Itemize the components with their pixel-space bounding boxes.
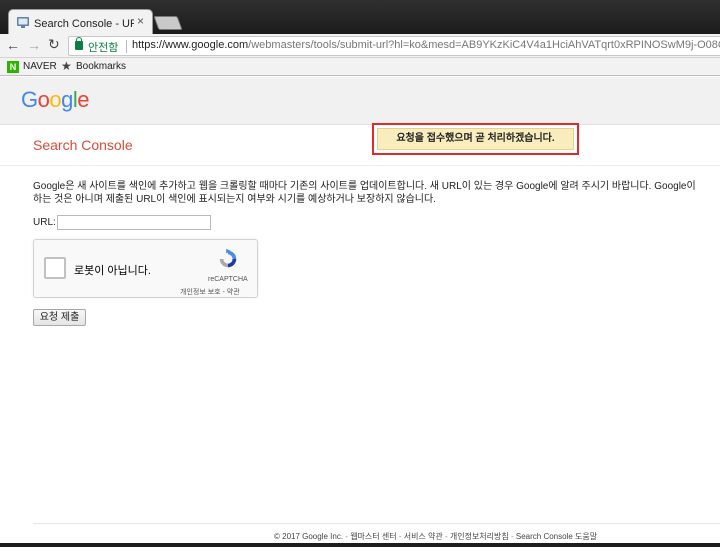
footer-link-terms[interactable]: 서비스 약관 <box>404 532 443 541</box>
footer-divider <box>33 523 720 524</box>
url-text[interactable]: https://www.google.com/webmasters/tools/… <box>132 39 720 51</box>
logo-letter: e <box>77 87 90 112</box>
google-logo[interactable]: Google <box>21 87 90 113</box>
recaptcha-widget: 로봇이 아닙니다. reCAPTCHA 개인정보 보호 - 약관 <box>33 239 258 298</box>
browser-tab-active[interactable]: Search Console - URL 크 × <box>8 9 153 34</box>
footer-link-webmaster[interactable]: 웹마스터 센터 <box>350 532 396 541</box>
url-label: URL: <box>33 217 56 228</box>
search-console-favicon-icon <box>17 17 29 28</box>
footer-link-help[interactable]: Search Console 도움말 <box>516 532 597 541</box>
bookmark-bookmarks[interactable]: Bookmarks <box>76 61 126 72</box>
bookmark-naver[interactable]: NAVER <box>23 61 57 72</box>
secure-label[interactable]: 안전함 <box>88 39 118 55</box>
description-line: Google은 새 사이트를 색인에 추가하고 웹을 크롤링할 때마다 기존의 … <box>33 181 696 192</box>
description-text: Google은 새 사이트를 색인에 추가하고 웹을 크롤링할 때마다 기존의 … <box>33 180 720 206</box>
star-icon[interactable]: ★ <box>61 59 72 73</box>
recaptcha-logo-icon <box>219 248 237 268</box>
bookmarks-bar: N NAVER ★ Bookmarks <box>0 58 720 76</box>
footer: © 2017 Google Inc. - 웹마스터 센터 - 서비스 약관 - … <box>274 531 597 542</box>
forward-arrow-icon[interactable]: → <box>27 37 41 53</box>
page-title: Search Console <box>33 137 133 153</box>
tab-close-icon[interactable]: × <box>137 14 144 28</box>
browser-toolbar: ← → ↻ 안전함 https://www.google.com/webmast… <box>0 34 720 58</box>
new-tab-button[interactable] <box>153 16 183 30</box>
logo-letter: g <box>61 87 73 112</box>
title-divider <box>0 165 720 166</box>
recaptcha-label: 로봇이 아닙니다. <box>74 265 151 277</box>
back-arrow-icon[interactable]: ← <box>6 37 20 53</box>
url-input[interactable] <box>57 215 211 230</box>
window-bottom-edge <box>0 543 720 547</box>
url-domain: https://www.google.com <box>132 39 249 51</box>
reload-icon[interactable]: ↻ <box>48 36 60 53</box>
description-line: 하는 것은 아니며 제출된 URL이 색인에 표시되는지 여부와 시기를 예상하… <box>33 194 436 205</box>
submit-request-button[interactable]: 요청 제출 <box>33 309 86 326</box>
recaptcha-checkbox[interactable] <box>44 257 66 279</box>
logo-letter: o <box>37 87 50 112</box>
recaptcha-brand: reCAPTCHA <box>208 276 248 283</box>
address-bar[interactable]: 안전함 https://www.google.com/webmasters/to… <box>68 36 720 56</box>
notice-banner: 요청을 접수했으며 곧 처리하겠습니다. <box>377 128 574 150</box>
footer-copyright: © 2017 Google Inc. <box>274 532 344 541</box>
url-path: /webmasters/tools/submit-url?hl=ko&mesd=… <box>248 39 720 51</box>
naver-icon[interactable]: N <box>7 61 19 73</box>
logo-letter: G <box>21 87 38 112</box>
recaptcha-links[interactable]: 개인정보 보호 - 약관 <box>180 287 240 297</box>
google-header: Google <box>0 77 720 125</box>
address-separator <box>126 40 127 53</box>
logo-letter: o <box>49 87 62 112</box>
lock-icon[interactable] <box>75 37 83 50</box>
tab-title: Search Console - URL 크 <box>34 18 134 30</box>
footer-link-privacy[interactable]: 개인정보처리방침 <box>450 532 509 541</box>
browser-titlebar: Search Console - URL 크 × <box>0 0 720 34</box>
